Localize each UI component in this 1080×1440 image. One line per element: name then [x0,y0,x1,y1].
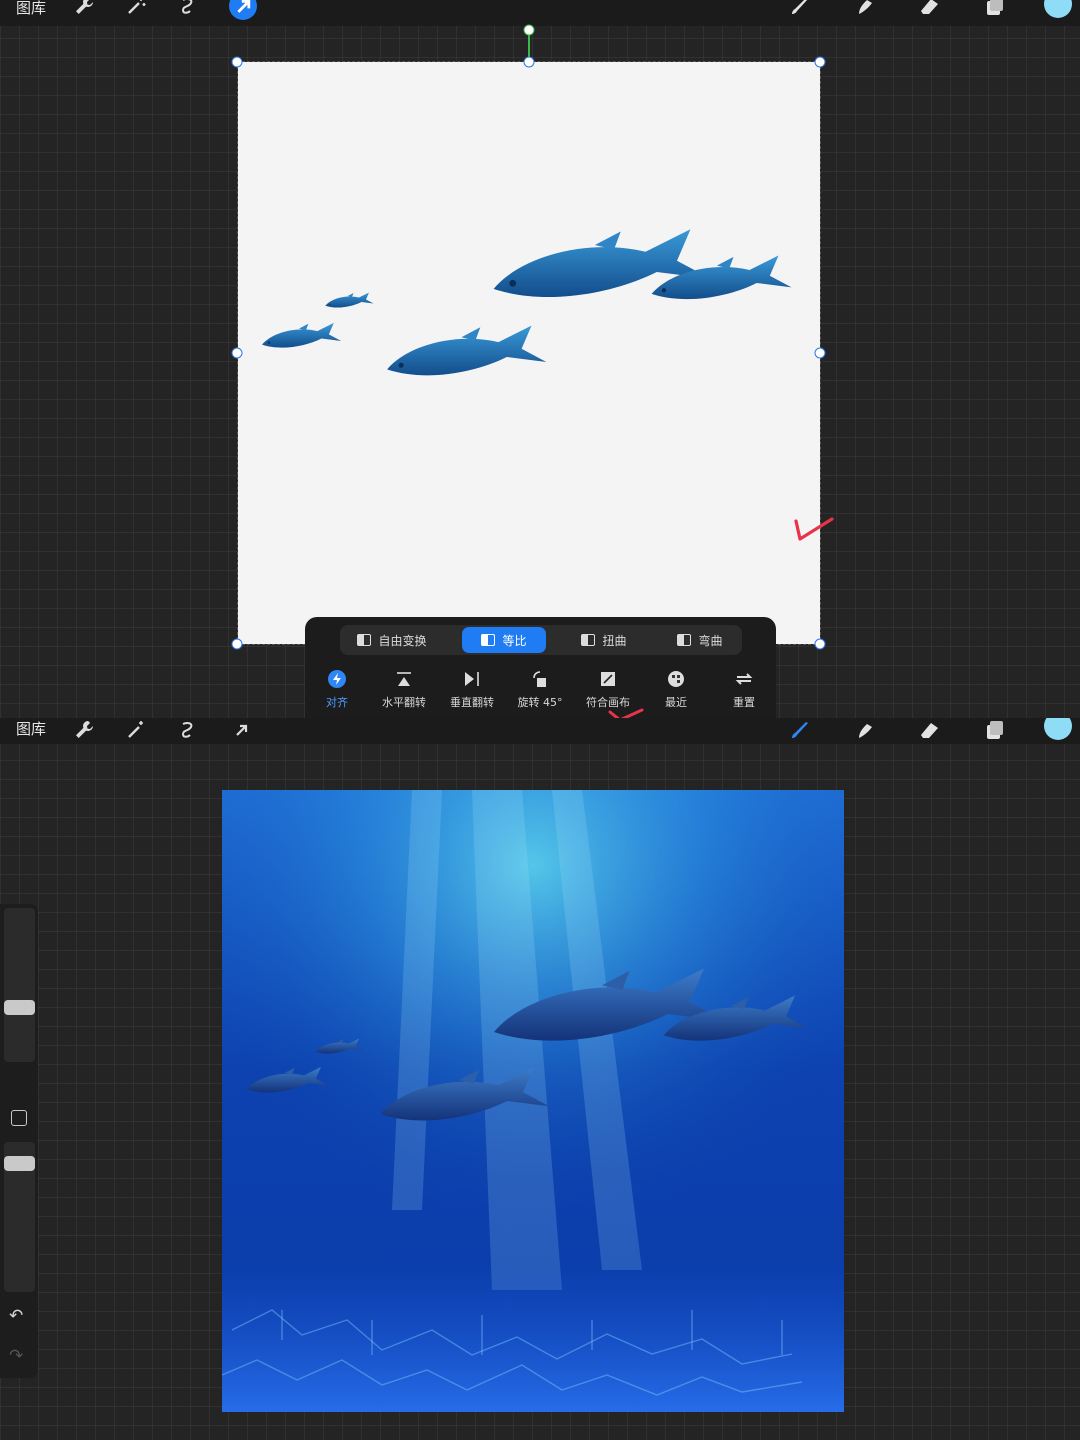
red-check-mark-annotation [794,517,834,541]
selection-icon[interactable] [176,718,200,742]
red-check-mark-annotation [608,708,644,718]
transform-toolbar: 自由变换 等比 扭曲 弯曲 对齐 水平翻转 垂直翻转 旋转 45° 符合画布 最… [305,617,776,718]
brush-size-slider[interactable] [4,908,35,1062]
option-label: 旋转 45° [517,696,563,709]
opacity-thumb[interactable] [4,1156,35,1171]
handle-top-center[interactable] [523,56,535,68]
option-label: 最近 [665,696,687,709]
transform-button[interactable] [229,0,257,20]
mode-distort[interactable]: 扭曲 [562,627,646,653]
color-swatch[interactable] [1044,718,1072,740]
mode-label: 自由变换 [378,633,427,648]
top-toolbar: 图库 [0,0,1080,26]
snapping-button[interactable]: 对齐 [305,669,369,710]
transform-arrow-icon [237,0,251,13]
handle-top-left[interactable] [231,56,243,68]
mode-freeform[interactable]: 自由变换 [344,627,440,653]
fit-to-canvas-button[interactable]: 符合画布 [576,669,640,710]
smudge-icon[interactable] [853,0,877,18]
fit-canvas-icon [601,672,615,686]
handle-top-right[interactable] [814,56,826,68]
redo-icon[interactable]: ↷ [9,1346,23,1366]
option-label: 重置 [733,696,755,709]
layers-icon[interactable] [982,0,1006,18]
top-screenshot-panel: 图库 自由变换 等比 扭曲 弯曲 对齐 水平翻转 垂直翻转 旋转 45° 符合画… [0,0,1080,718]
reset-icon [735,673,753,685]
mode-label: 扭曲 [602,633,627,648]
mode-label: 弯曲 [698,633,723,648]
eraser-icon[interactable] [917,718,941,742]
magic-wand-icon[interactable] [124,718,148,742]
layers-icon[interactable] [982,718,1006,742]
warp-icon [677,634,692,646]
distort-icon [581,634,596,646]
wrench-icon[interactable] [72,0,96,18]
smudge-icon[interactable] [853,718,877,742]
top-toolbar: 图库 [0,718,1080,744]
handle-bottom-right[interactable] [814,638,826,650]
flip-horizontal-icon [397,672,411,686]
gallery-button[interactable]: 图库 [16,718,46,739]
transform-arrow-icon[interactable] [230,718,254,742]
color-swatch[interactable] [1044,0,1072,18]
snapping-icon [328,670,346,688]
mode-uniform[interactable]: 等比 [462,627,546,653]
brush-icon[interactable] [788,0,812,18]
selection-icon[interactable] [176,0,200,18]
eraser-icon[interactable] [917,0,941,18]
rotate-45-button[interactable]: 旋转 45° [508,669,572,710]
selection-bounding-box [237,61,821,645]
mode-warp[interactable]: 弯曲 [658,627,742,653]
option-label: 水平翻转 [382,696,426,709]
magic-wand-icon[interactable] [124,0,148,18]
interpolation-icon [668,671,684,687]
left-sidebar: ↶ ↷ [0,904,38,1378]
modify-button[interactable] [11,1110,27,1126]
interpolation-button[interactable]: 最近 [644,669,708,710]
reset-button[interactable]: 重置 [712,669,776,710]
option-label: 对齐 [326,696,348,709]
freeform-icon [357,634,372,646]
gallery-button[interactable]: 图库 [16,0,46,18]
canvas[interactable] [222,790,844,1412]
brush-size-thumb[interactable] [4,1000,35,1015]
flip-horizontal-button[interactable]: 水平翻转 [372,669,436,710]
rotate-icon [533,671,546,687]
wrench-icon[interactable] [72,718,96,742]
brush-icon[interactable] [788,718,812,742]
handle-middle-right[interactable] [814,347,826,359]
undo-icon[interactable]: ↶ [9,1306,23,1326]
underwater-artwork [222,790,844,1412]
uniform-icon [481,634,496,646]
flip-vertical-button[interactable]: 垂直翻转 [440,669,504,710]
option-label: 垂直翻转 [450,696,494,709]
flip-vertical-icon [465,672,479,686]
bottom-screenshot-panel: 图库 ↶ ↷ [0,718,1080,1440]
mode-label: 等比 [502,633,527,648]
handle-bottom-left[interactable] [231,638,243,650]
rotation-handle[interactable] [523,24,535,36]
transform-mode-selector: 自由变换 等比 扭曲 弯曲 [340,625,742,655]
handle-middle-left[interactable] [231,347,243,359]
